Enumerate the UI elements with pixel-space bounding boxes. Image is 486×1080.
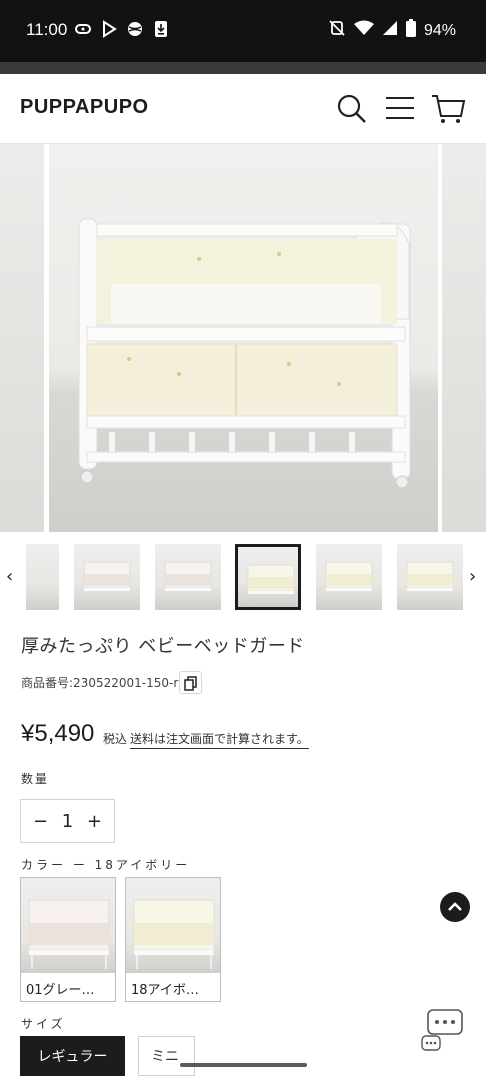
browser-strip: [0, 62, 486, 74]
chevron-up-icon: [448, 902, 462, 911]
baby-crib-illustration: [78, 218, 411, 489]
thumbnail-6[interactable]: [397, 544, 463, 610]
color-option-ivory-image: [126, 878, 220, 973]
quantity-label: 数量: [21, 772, 50, 786]
thumbnail-1[interactable]: [26, 544, 59, 610]
quantity-increase-button[interactable]: +: [87, 811, 102, 832]
link-icon: [74, 20, 92, 38]
download-icon: [152, 20, 170, 38]
product-price: ¥5,490: [21, 720, 95, 747]
play-store-icon: [100, 20, 118, 38]
gallery-main-image[interactable]: [49, 144, 438, 532]
ball-icon: [126, 20, 144, 38]
thumb-prev-arrow[interactable]: ‹: [6, 566, 13, 587]
color-option-grey-image: [21, 878, 115, 973]
color-label: カラー ー 18アイボリー: [21, 858, 191, 872]
notification-icons: [74, 20, 170, 38]
battery-icon: [405, 19, 416, 42]
site-logo[interactable]: PUPPAPUPO: [20, 96, 149, 119]
shipping-link[interactable]: 送料は注文画面で計算されます。: [130, 730, 309, 749]
product-sku: 商品番号:230522001-150-r: [21, 676, 179, 690]
quantity-decrease-button[interactable]: −: [33, 811, 48, 832]
system-status: 94%: [328, 19, 456, 42]
status-bar: 11:00 94%: [0, 0, 486, 62]
quantity-stepper: − 1 +: [20, 799, 115, 843]
quantity-value[interactable]: 1: [62, 811, 73, 832]
color-option-grey[interactable]: 01グレー…: [20, 877, 116, 1002]
menu-icon[interactable]: [382, 90, 418, 126]
size-label: サイズ: [21, 1017, 66, 1031]
color-option-ivory[interactable]: 18アイボ…: [125, 877, 221, 1002]
search-icon[interactable]: [333, 90, 369, 126]
thumbnail-3[interactable]: [155, 544, 221, 610]
size-option-regular[interactable]: レギュラー: [20, 1036, 125, 1076]
back-to-top-button[interactable]: [440, 892, 470, 922]
color-option-label: 18アイボ…: [131, 983, 199, 998]
battery-percent: 94%: [423, 21, 456, 39]
product-gallery[interactable]: [0, 144, 486, 532]
wifi-icon: [353, 20, 374, 41]
cart-icon[interactable]: [430, 90, 466, 126]
product-title: 厚みたっぷり ベビーベッドガード: [21, 636, 305, 657]
status-time: 11:00: [26, 20, 68, 39]
copy-icon[interactable]: [179, 671, 202, 694]
chat-icon[interactable]: [420, 1008, 464, 1054]
tax-label: 税込: [103, 732, 128, 746]
gallery-thumbnails: ‹ ›: [0, 540, 486, 616]
size-option-mini[interactable]: ミニ: [138, 1036, 195, 1076]
site-header: PUPPAPUPO: [0, 74, 486, 144]
color-option-label: 01グレー…: [26, 983, 95, 998]
gallery-prev-slide[interactable]: [0, 144, 44, 532]
mute-icon: [328, 19, 346, 42]
signal-icon: [382, 20, 398, 41]
thumbnail-4[interactable]: [235, 544, 301, 610]
thumbnail-5[interactable]: [316, 544, 382, 610]
gallery-next-slide[interactable]: [442, 144, 486, 532]
thumb-next-arrow[interactable]: ›: [469, 566, 476, 587]
gesture-nav-handle[interactable]: [180, 1063, 307, 1067]
thumbnail-2[interactable]: [74, 544, 140, 610]
